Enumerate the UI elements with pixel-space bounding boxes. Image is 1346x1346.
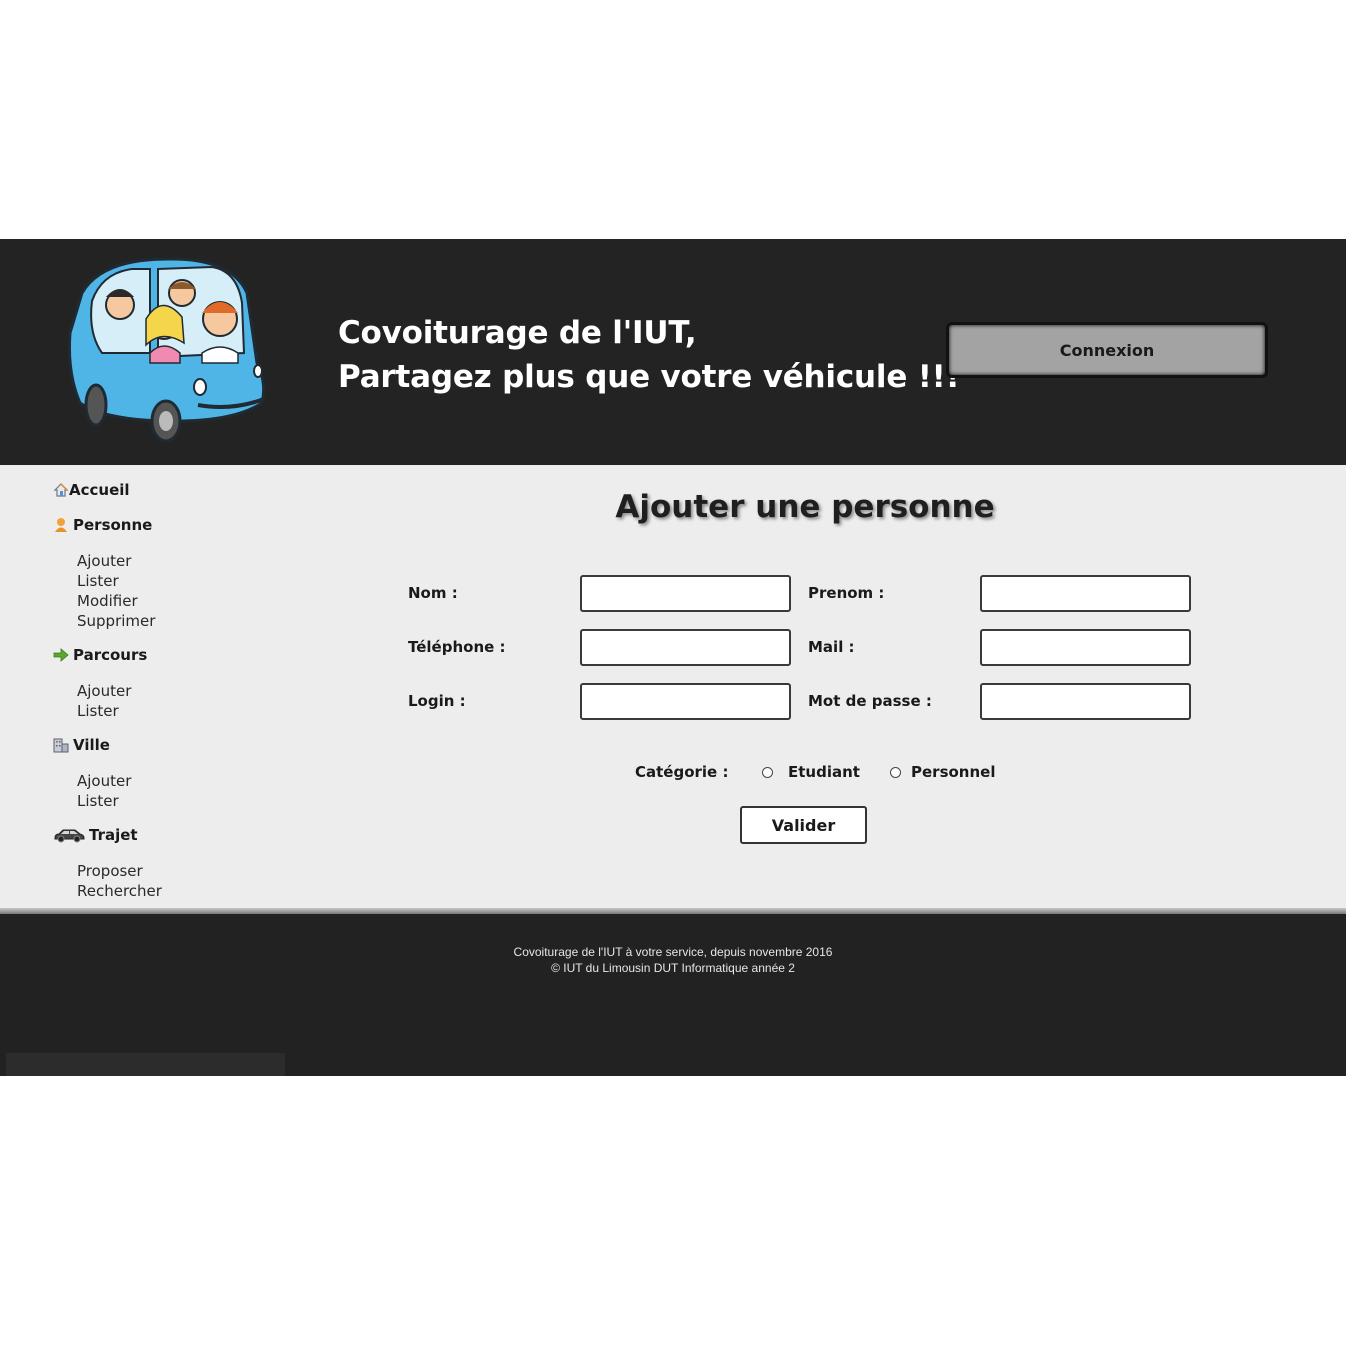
personnel-radio[interactable] [890,767,901,778]
login-input[interactable] [580,683,791,720]
arrow-right-icon [53,648,69,662]
nav-accueil[interactable]: Accueil [53,481,130,499]
mail-label: Mail : [808,638,855,656]
valider-button[interactable]: Valider [740,806,867,844]
prenom-input[interactable] [980,575,1191,612]
footer-line2: © IUT du Limousin DUT Informatique année… [551,961,795,975]
nav-parcours-submenu: Ajouter Lister [77,681,131,721]
building-icon [53,738,69,753]
prenom-label: Prenom : [808,584,885,602]
nom-label: Nom : [408,584,458,602]
site-footer: Covoiturage de l'IUT à votre service, de… [0,914,1346,1076]
nav-ville-label: Ville [73,736,110,754]
personnel-label[interactable]: Personnel [911,763,995,781]
telephone-input[interactable] [580,629,791,666]
nav-parcours-lister[interactable]: Lister [77,701,131,721]
mail-input[interactable] [980,629,1191,666]
car-icon [54,829,85,843]
categorie-label: Catégorie : [635,763,729,781]
nav-personne-supprimer[interactable]: Supprimer [77,611,155,631]
site-title-line1: Covoiturage de l'IUT, [338,315,697,351]
nav-ville-ajouter[interactable]: Ajouter [77,771,131,791]
person-icon [55,518,67,532]
nav-personne-lister[interactable]: Lister [77,571,155,591]
nav-trajet-submenu: Proposer Rechercher [77,861,162,901]
connexion-button[interactable]: Connexion [946,322,1268,378]
nav-personne-submenu: Ajouter Lister Modifier Supprimer [77,551,155,631]
nav-trajet[interactable]: Trajet [53,826,138,844]
main-content: Accueil Personne Ajouter Lister Modifier… [0,465,1346,913]
nav-parcours-ajouter[interactable]: Ajouter [77,681,131,701]
nom-input[interactable] [580,575,791,612]
etudiant-radio[interactable] [762,767,773,778]
nav-ville-lister[interactable]: Lister [77,791,131,811]
site-title-line2: Partagez plus que votre véhicule !!! [338,359,960,395]
nav-personne-label: Personne [73,516,153,534]
telephone-label: Téléphone : [408,638,506,656]
site-title: Covoiturage de l'IUT, Partagez plus que … [338,311,960,399]
site-header: Covoiturage de l'IUT, Partagez plus que … [0,239,1346,465]
password-input[interactable] [980,683,1191,720]
nav-parcours-label: Parcours [73,646,148,664]
nav-ville-submenu: Ajouter Lister [77,771,131,811]
nav-trajet-rechercher[interactable]: Rechercher [77,881,162,901]
etudiant-label[interactable]: Etudiant [788,763,860,781]
carpool-car-logo [67,257,266,443]
home-icon [53,483,69,497]
nav-personne-modifier[interactable]: Modifier [77,591,155,611]
nav-personne[interactable]: Personne [53,516,152,534]
login-label: Login : [408,692,466,710]
nav-parcours[interactable]: Parcours [53,646,147,664]
page-title: Ajouter une personne [615,489,995,525]
nav-trajet-proposer[interactable]: Proposer [77,861,162,881]
footer-text: Covoiturage de l'IUT à votre service, de… [0,944,1346,976]
footer-faded-bar [6,1053,285,1076]
nav-accueil-label: Accueil [69,481,130,499]
nav-personne-ajouter[interactable]: Ajouter [77,551,155,571]
nav-ville[interactable]: Ville [53,736,110,754]
footer-line1: Covoiturage de l'IUT à votre service, de… [513,945,833,959]
nav-trajet-label: Trajet [89,826,138,844]
password-label: Mot de passe : [808,692,932,710]
